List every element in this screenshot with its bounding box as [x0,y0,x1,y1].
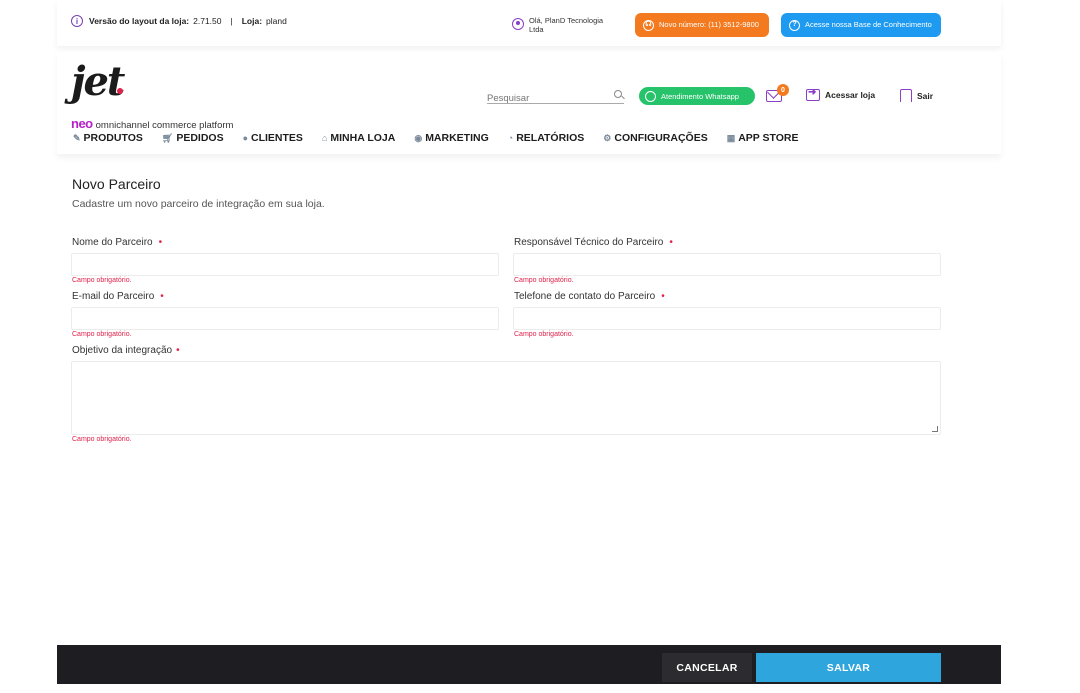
page: i Versão do layout da loja: 2.71.50 | Lo… [57,0,1001,693]
partner-email-input[interactable] [72,308,498,329]
logo-tagline-row: neo omnichannel commerce platform [71,116,233,131]
nav-label: RELATÓRIOS [516,132,585,144]
integration-goal-field [71,361,941,435]
tech-contact-error: Campo obrigatório. [514,277,574,284]
logout-link[interactable]: Sair [900,89,933,102]
required-mark: • [669,237,673,248]
nav-item-relatorios[interactable]: ◔ RELATÓRIOS [508,132,585,144]
main-nav: ✎ PRODUTOS 🛒︎ PEDIDOS ● CLIENTES ⌂ MINHA… [73,132,818,144]
user-greeting[interactable]: Olá, PlanD Tecnologia Ltda [512,16,609,34]
nav-item-app-store[interactable]: ▦ APP STORE [727,132,799,144]
tech-contact-field [513,253,941,276]
integration-goal-textarea[interactable] [72,362,940,434]
nav-label: CLIENTES [251,132,303,144]
cart-icon: 🛒︎ [161,132,174,143]
kb-pill-text: Acesse nossa Base de Conhecimento [805,19,932,29]
nav-item-minha-loja[interactable]: ⌂ MINHA LOJA [322,132,395,144]
partner-name-input[interactable] [72,254,498,275]
nav-item-configuracoes[interactable]: ⚙ CONFIGURAÇÕES [603,132,707,144]
required-mark: • [176,345,180,356]
mail-count-badge: 0 [777,84,789,96]
logout-label: Sair [917,90,934,101]
nav-item-clientes[interactable]: ● CLIENTES [243,132,303,144]
logo-dot [117,88,123,94]
whatsapp-icon [645,90,656,102]
nav-label: MARKETING [425,132,489,144]
partner-phone-field [513,307,941,330]
nav-label: PRODUTOS [83,132,143,144]
logo-tagline: omnichannel commerce platform [95,120,234,131]
main-header: jet neo omnichannel commerce platform At… [57,52,1001,154]
partner-phone-input[interactable] [514,308,940,329]
partner-email-error: Campo obrigatório. [72,331,132,338]
door-icon [900,89,912,102]
info-icon: i [71,15,83,27]
store-label: Loja: [241,16,263,26]
nav-label: PEDIDOS [176,132,224,144]
partner-email-label-text: E-mail do Parceiro [72,291,155,302]
access-store-label: Acessar loja [825,90,876,100]
nav-label: MINHA LOJA [330,132,396,144]
layout-version-info: i Versão do layout da loja: 2.71.50 | Lo… [71,15,287,27]
integration-goal-label: Objetivo da integração • [72,345,180,356]
search-icon[interactable] [614,90,622,98]
partner-name-error: Campo obrigatório. [72,277,132,284]
version-label: Versão do layout da loja: [89,16,190,26]
enter-store-icon [806,87,820,101]
resize-handle[interactable] [932,426,938,432]
version-value: 2.71.50 [193,16,222,26]
nav-item-produtos[interactable]: ✎ PRODUTOS [73,132,143,144]
tech-contact-label: Responsável Técnico do Parceiro • [514,237,673,248]
nav-item-pedidos[interactable]: 🛒︎ PEDIDOS [162,132,224,144]
marketing-icon: ◉ [414,132,423,143]
edit-icon: ✎ [73,132,81,143]
top-info-bar: i Versão do layout da loja: 2.71.50 | Lo… [57,0,1001,46]
nav-item-marketing[interactable]: ◉ MARKETING [414,132,488,144]
store-value: pland [266,16,287,26]
appstore-icon: ▦ [726,132,736,143]
chart-icon: ◔ [507,133,514,143]
partner-email-label: E-mail do Parceiro • [72,291,164,302]
cancel-button[interactable]: CANCELAR [662,653,752,682]
access-store-link[interactable]: Acessar loja [806,87,876,101]
logo-neo: neo [71,116,93,131]
new-phone-number-pill[interactable]: ☊ Novo número: (11) 3512-9800 [635,13,769,37]
partner-name-label: Nome do Parceiro • [72,237,162,248]
phone-pill-text: Novo número: (11) 3512-9800 [659,19,759,29]
knowledge-base-pill[interactable]: ? Acesse nossa Base de Conhecimento [781,13,941,37]
required-mark: • [661,291,665,302]
jet-logo[interactable]: jet neo omnichannel commerce platform [71,58,233,132]
headset-icon: ☊ [643,19,654,31]
logo-wordmark: jet [71,58,125,105]
nav-label: APP STORE [738,132,799,144]
tech-contact-label-text: Responsável Técnico do Parceiro [514,237,664,248]
partner-name-field [71,253,499,276]
store-icon: ⌂ [321,133,328,143]
save-button[interactable]: SALVAR [756,653,941,682]
partner-phone-label-text: Telefone de contato do Parceiro [514,291,656,302]
search-input[interactable] [487,91,607,106]
user-icon: ● [242,133,249,143]
whatsapp-label: Atendimento Whatsapp [661,91,739,101]
search-box [487,88,624,106]
gear-icon: ⚙ [603,132,612,143]
user-avatar-icon [512,18,524,30]
separator: | [230,16,233,26]
tech-contact-input[interactable] [514,254,940,275]
integration-goal-label-text: Objetivo da integração [72,345,173,356]
help-icon: ? [789,19,800,31]
partner-email-field [71,307,499,330]
integration-goal-error: Campo obrigatório. [72,436,132,443]
partner-phone-label: Telefone de contato do Parceiro • [514,291,665,302]
required-mark: • [158,237,163,248]
page-title: Novo Parceiro [72,176,161,192]
whatsapp-support-button[interactable]: Atendimento Whatsapp [639,87,755,105]
greeting-text: Olá, PlanD Tecnologia Ltda [529,16,604,34]
partner-name-label-text: Nome do Parceiro [72,237,153,248]
form-footer-bar: CANCELAR SALVAR [57,645,1001,684]
required-mark: • [160,291,164,302]
page-subtitle: Cadastre um novo parceiro de integração … [72,198,325,210]
partner-phone-error: Campo obrigatório. [514,331,574,338]
nav-label: CONFIGURAÇÕES [614,132,708,144]
